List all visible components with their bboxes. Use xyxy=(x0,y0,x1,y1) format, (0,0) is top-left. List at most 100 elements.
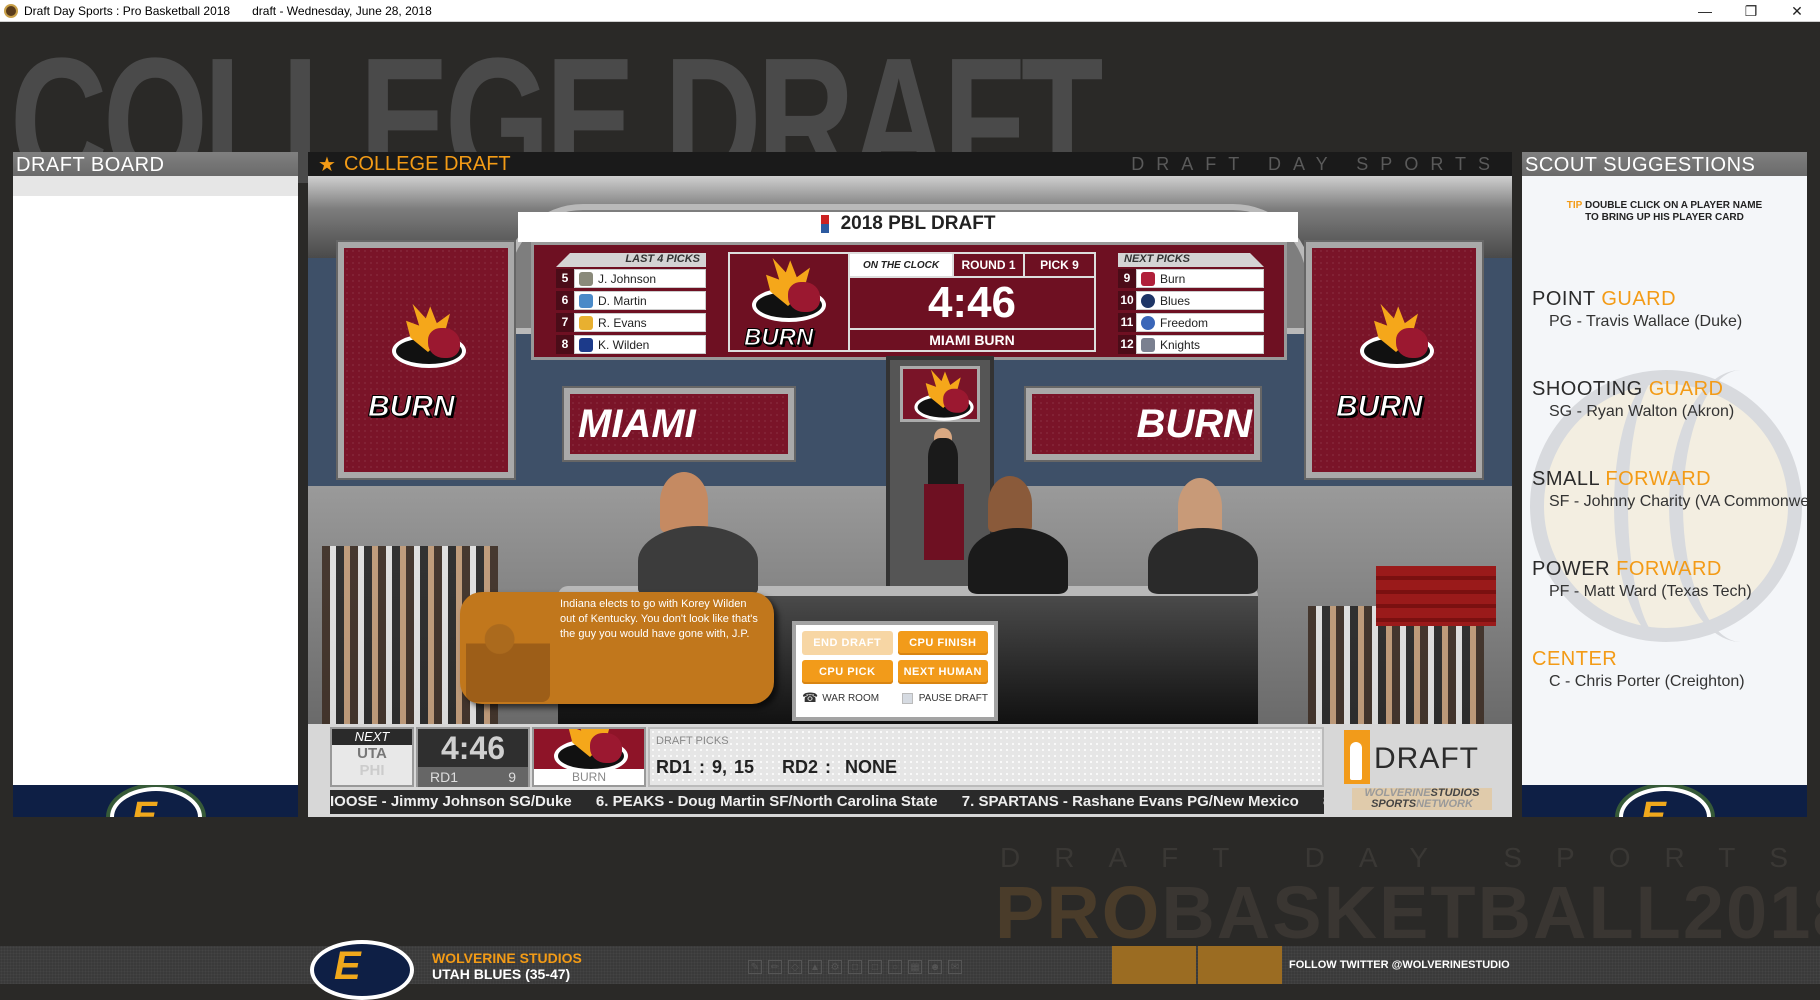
event-title-bar: 2018 PBL DRAFT xyxy=(518,212,1298,242)
pick-team: Knights xyxy=(1160,337,1201,352)
team-logo: E xyxy=(1618,787,1711,817)
suggested-player-link[interactable]: SG - Ryan Walton (Akron) xyxy=(1549,403,1807,421)
mail-icon[interactable]: ✉ xyxy=(948,960,962,974)
settings-icon[interactable]: ⚙ xyxy=(828,960,842,974)
dds-logo-icon xyxy=(1344,730,1370,784)
pause-draft-label: PAUSE DRAFT xyxy=(918,692,988,704)
college-draft-panel: ★ COLLEGE DRAFT DRAFT DAY SPORTS 2018 PB… xyxy=(308,152,1512,817)
next-label: NEXT xyxy=(332,729,412,745)
star-icon: ★ xyxy=(318,153,336,176)
scout-center: CENTER C - Chris Porter (Creighton) xyxy=(1532,648,1807,691)
cpu-finish-button[interactable]: CPU FINISH xyxy=(897,631,988,655)
ticker-item: IOOSE - Jimmy Johnson SG/Duke xyxy=(330,793,572,810)
banner-team: BURN xyxy=(1136,402,1252,446)
lock-icon[interactable]: ◇ xyxy=(788,960,802,974)
square-icon[interactable]: □ xyxy=(868,960,882,974)
tip-line-1: DOUBLE CLICK ON A PLAYER NAME xyxy=(1584,200,1763,211)
next-picks-label: NEXT PICKS xyxy=(1118,253,1264,267)
circle-icon[interactable]: ○ xyxy=(888,960,902,974)
left-team-banner: BURN xyxy=(338,242,514,478)
team-logo-icon xyxy=(579,315,593,330)
ticker-clock: 4:46 RD1 9 xyxy=(416,727,530,787)
draft-ticker: NEXT UTA PHI 4:46 RD1 9 BURN DRAFT PICKS … xyxy=(308,724,1512,817)
scout-title: SCOUT SUGGESTIONS xyxy=(1522,152,1807,176)
tip-line-2: TO BRING UP HIS PLAYER CARD xyxy=(1585,212,1744,223)
team-on-clock: MIAMI BURN xyxy=(929,332,1015,348)
phone-icon: ☎ xyxy=(802,690,819,705)
next-team-2: PHI xyxy=(359,762,385,779)
pick-player: K. Wilden xyxy=(598,337,650,352)
event-title: 2018 PBL DRAFT xyxy=(840,213,996,234)
college-draft-title: COLLEGE DRAFT xyxy=(343,152,511,175)
draft-board-list[interactable] xyxy=(13,196,298,781)
minimize-button[interactable]: — xyxy=(1682,0,1728,22)
red-stairs xyxy=(1376,566,1496,626)
position-word: POWER xyxy=(1532,558,1611,580)
next-pick-row: 12 Knights xyxy=(1118,334,1264,355)
checkbox-icon[interactable] xyxy=(901,692,913,704)
next-team-1: UTA xyxy=(357,745,387,762)
position-word: SMALL xyxy=(1532,468,1600,490)
edit-icon[interactable]: ✎ xyxy=(748,960,762,974)
scout-tip: TIP DOUBLE CLICK ON A PLAYER NAME TO BRI… xyxy=(1522,200,1807,224)
draft-clock: 4:46 xyxy=(850,278,1094,330)
next-pick-row: 9 Burn xyxy=(1118,268,1264,289)
suggested-player-link[interactable]: SF - Johnny Charity (VA Commonwealth) xyxy=(1549,493,1807,511)
ticker-pick: 9 xyxy=(508,769,516,785)
restore-button[interactable]: ❐ xyxy=(1728,0,1774,22)
on-the-clock-label: ON THE CLOCK xyxy=(850,254,952,276)
scout-suggestions-panel: SCOUT SUGGESTIONS TIP DOUBLE CLICK ON A … xyxy=(1522,152,1807,817)
brand-sports: SPORTS xyxy=(1371,798,1417,810)
pick-number: 5 xyxy=(556,269,574,288)
podium-screen xyxy=(900,366,980,422)
last-pick-row: 5 J. Johnson xyxy=(556,268,706,289)
team-logo-icon xyxy=(1141,315,1155,330)
ticker-item: 7. SPARTANS - Rashane Evans PG/New Mexic… xyxy=(961,793,1299,810)
pause-draft-checkbox[interactable]: PAUSE DRAFT xyxy=(901,690,988,706)
suggested-player-link[interactable]: C - Chris Porter (Creighton) xyxy=(1549,673,1807,691)
toolbar-icons: ✎ ✏ ◇ ▲ ⚙ □ □ ○ ▦ ☻ ✉ xyxy=(748,960,962,974)
position-word-accent: GUARD xyxy=(1648,378,1724,400)
right-team-banner: BURN xyxy=(1306,242,1482,478)
nav-tab-gold-1[interactable] xyxy=(1112,946,1196,984)
burn-banner: BURN xyxy=(1026,388,1260,460)
bottom-bar: E WOLVERINE STUDIOS UTAH BLUES (35-47) ✎… xyxy=(0,940,1820,1000)
scout-footer: E xyxy=(1522,785,1807,817)
team-logo-icon xyxy=(579,271,593,286)
burn-logo-icon xyxy=(1352,304,1442,370)
pick-number: 11 xyxy=(1118,313,1136,332)
clock-team-logo: BURN xyxy=(730,254,850,352)
scout-power-forward: POWER FORWARD PF - Matt Ward (Texas Tech… xyxy=(1532,558,1807,601)
draft-picks-value: RD1 : 9, 15 RD2 : NONE xyxy=(656,757,898,777)
clock-team-short: BURN xyxy=(743,324,814,352)
ticker-item: 8. RACERS - xyxy=(1323,793,1324,810)
close-button[interactable]: ✕ xyxy=(1774,0,1820,22)
user-team-logo[interactable]: E xyxy=(310,940,414,1000)
suggested-player-link[interactable]: PF - Matt Ward (Texas Tech) xyxy=(1549,583,1807,601)
commentary-bubble: Indiana elects to go with Korey Wilden o… xyxy=(460,592,774,704)
team-logo-icon xyxy=(1141,337,1155,352)
analyst-right-body xyxy=(1148,528,1258,594)
twitter-link[interactable]: FOLLOW TWITTER @WOLVERINESTUDIO xyxy=(1289,959,1510,971)
people-icon[interactable]: ☻ xyxy=(928,960,942,974)
tree-icon[interactable]: ▲ xyxy=(808,960,822,974)
pbl-logo-icon xyxy=(820,214,829,233)
pick-team: Freedom xyxy=(1160,315,1209,330)
burn-logo-icon xyxy=(546,729,636,775)
nav-tab-gold-2[interactable] xyxy=(1198,946,1282,984)
pick-number: 10 xyxy=(1118,291,1136,310)
war-room-button[interactable]: ☎ WAR ROOM xyxy=(802,690,879,706)
end-draft-button[interactable]: END DRAFT xyxy=(802,631,893,655)
last-pick-row: 8 K. Wilden xyxy=(556,334,706,355)
pencil-icon[interactable]: ✏ xyxy=(768,960,782,974)
scout-point-guard: POINT GUARD PG - Travis Wallace (Duke) xyxy=(1532,288,1807,331)
cpu-pick-button[interactable]: CPU PICK xyxy=(802,660,893,684)
next-human-button[interactable]: NEXT HUMAN xyxy=(897,660,988,684)
commissioner xyxy=(928,438,958,486)
calendar-icon[interactable]: ▦ xyxy=(908,960,922,974)
commentator-icon xyxy=(466,612,550,702)
event-title-wrap: 2018 PBL DRAFT xyxy=(820,213,996,241)
window-icon[interactable]: □ xyxy=(848,960,862,974)
suggested-player-link[interactable]: PG - Travis Wallace (Duke) xyxy=(1549,313,1807,331)
team-draft-picks: DRAFT PICKS RD1 : 9, 15 RD2 : NONE xyxy=(648,727,1324,787)
